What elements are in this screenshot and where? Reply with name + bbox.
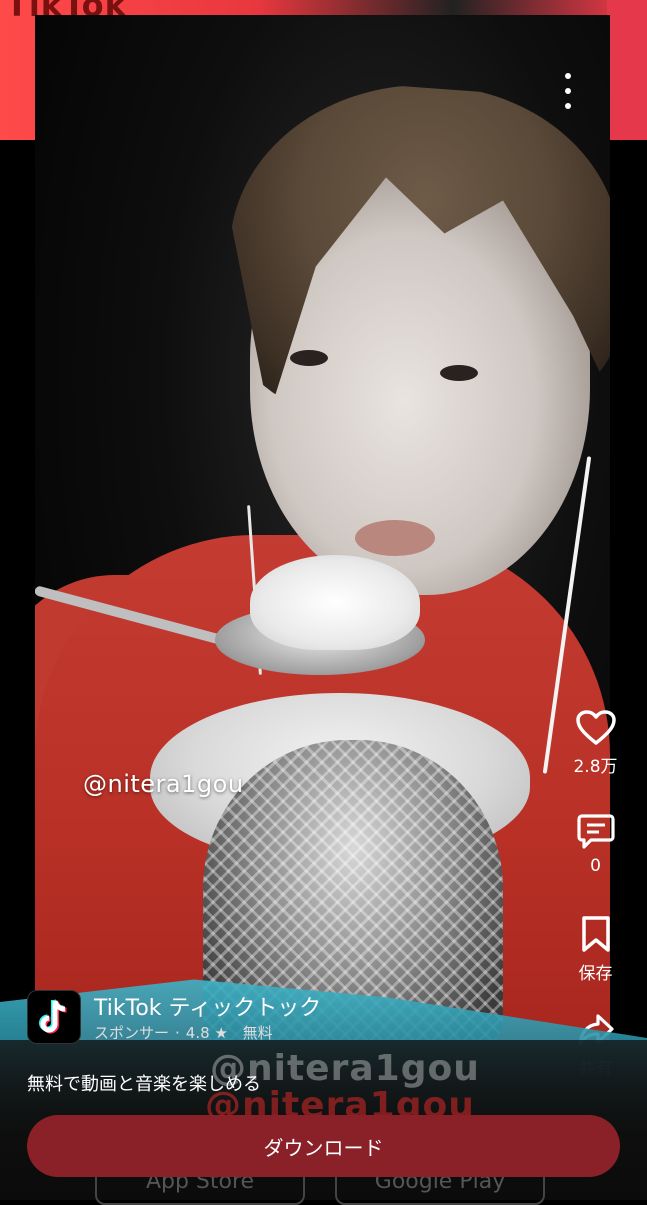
like-count: 2.8万	[573, 757, 618, 777]
ad-description: 無料で動画と音楽を楽しめる	[27, 1074, 261, 1095]
app-logo[interactable]	[27, 990, 81, 1044]
username-watermark: @nitera1gou	[83, 770, 244, 798]
video-rice	[250, 555, 420, 650]
video-eye	[440, 365, 478, 381]
like-button[interactable]: 2.8万	[568, 710, 623, 777]
more-dot-icon	[565, 103, 571, 109]
save-label: 保存	[578, 964, 613, 984]
bookmark-icon	[581, 916, 610, 952]
meta-separator: ·	[175, 1024, 180, 1042]
video-player[interactable]: @nitera1gou	[35, 15, 610, 1040]
background-side	[607, 0, 647, 140]
more-dot-icon	[565, 88, 571, 94]
more-dot-icon	[565, 73, 571, 79]
download-button[interactable]: ダウンロード	[27, 1115, 620, 1177]
more-options-button[interactable]	[558, 73, 578, 109]
star-icon: ★	[214, 1024, 228, 1042]
comment-icon	[576, 814, 615, 849]
ad-app-name[interactable]: TikTok ティックトック	[94, 990, 321, 1022]
rating-value: 4.8	[185, 1024, 210, 1042]
price-label: 無料	[242, 1024, 273, 1042]
sponsor-label: スポンサー	[94, 1024, 170, 1042]
save-button[interactable]: 保存	[568, 915, 623, 984]
comment-button[interactable]: 0	[568, 812, 623, 876]
tiktok-logo-icon	[39, 999, 67, 1034]
ad-meta: スポンサー · 4.8 ★ 無料	[94, 1022, 273, 1043]
video-mouth	[355, 520, 435, 556]
comment-count: 0	[590, 856, 601, 876]
heart-icon	[575, 710, 616, 745]
video-eye	[290, 350, 328, 366]
